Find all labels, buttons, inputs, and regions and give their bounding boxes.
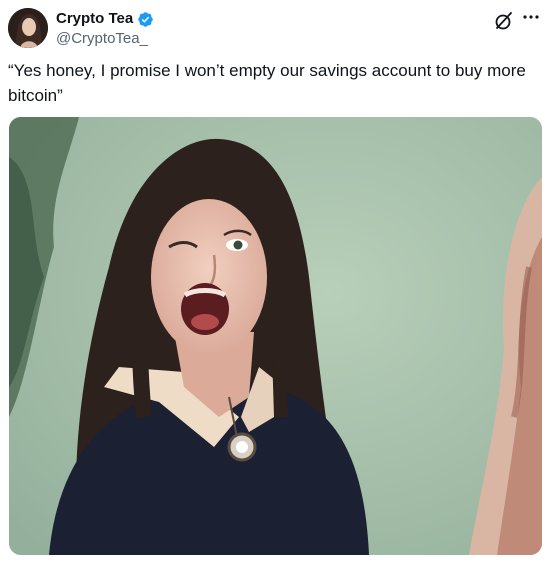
author-info: Crypto Tea @CryptoTea_ — [56, 10, 154, 48]
handle[interactable]: @CryptoTea_ — [56, 30, 154, 48]
avatar[interactable] — [8, 8, 48, 48]
tweet-card: Crypto Tea @CryptoTea_ “Yes honey, I pro… — [0, 0, 550, 564]
display-name-row: Crypto Tea — [56, 10, 154, 28]
display-name[interactable]: Crypto Tea — [56, 10, 133, 28]
tweet-text: “Yes honey, I promise I won’t empty our … — [8, 61, 526, 105]
more-options-icon[interactable] — [520, 6, 542, 28]
tweet-media-image[interactable] — [9, 117, 542, 555]
grok-icon[interactable] — [493, 10, 515, 32]
verified-badge-icon — [137, 11, 154, 28]
media-illustration — [9, 117, 542, 555]
avatar-image — [8, 8, 48, 48]
